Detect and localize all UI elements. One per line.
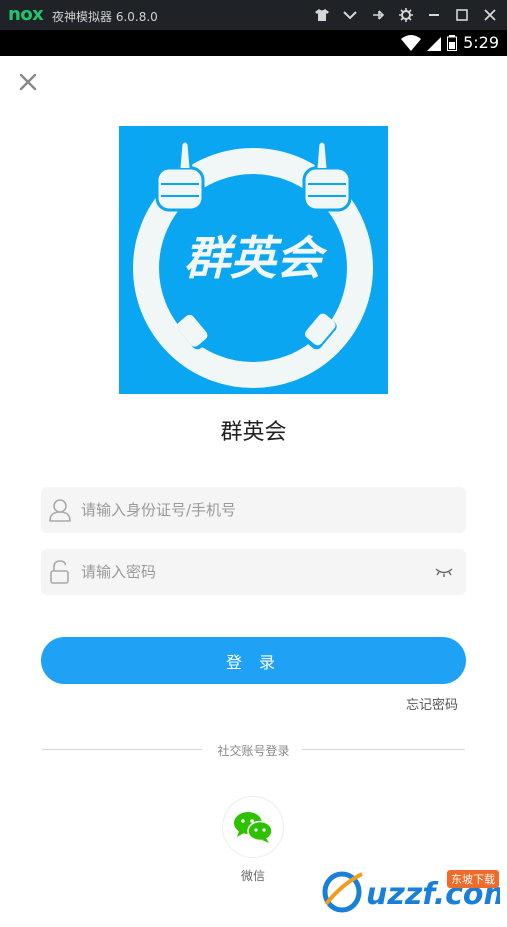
pin-icon[interactable]: [369, 6, 387, 24]
id-field[interactable]: [41, 487, 466, 533]
emulator-toolbar: [313, 6, 499, 24]
password-field[interactable]: [41, 549, 466, 595]
forgot-password-link[interactable]: 忘记密码: [406, 694, 458, 713]
wechat-icon: [234, 812, 273, 843]
wechat-login-button[interactable]: [222, 796, 284, 858]
lock-icon: [50, 560, 69, 584]
app-logo: 群英会: [119, 126, 388, 394]
chevron-down-icon[interactable]: [341, 6, 359, 24]
id-input[interactable]: [81, 487, 441, 533]
wechat-label: 微信: [240, 869, 265, 883]
right-thumb-icon: [302, 139, 352, 212]
password-input[interactable]: [81, 549, 441, 595]
social-login-text: 社交账号登录: [207, 744, 300, 758]
social-login-label: 社交账号登录: [0, 742, 507, 759]
maximize-icon[interactable]: [453, 6, 471, 24]
left-thumb-icon: [155, 139, 205, 212]
shirt-icon[interactable]: [313, 6, 331, 24]
wifi-icon: [401, 34, 422, 51]
gear-icon[interactable]: [397, 6, 415, 24]
app-window: nox 夜神模拟器 6.0.8.0 5:29 群英会 群英会 请输入身份证号/手…: [0, 0, 507, 927]
watermark-badge: 东坡下载: [447, 870, 499, 888]
login-button[interactable]: 登 录: [41, 637, 466, 684]
emulator-title: 夜神模拟器 6.0.8.0: [52, 10, 158, 24]
status-time: 5:29: [463, 33, 499, 52]
nox-logo: nox: [8, 4, 44, 25]
emulator-title-bar: nox 夜神模拟器 6.0.8.0: [0, 0, 507, 30]
user-icon: [49, 499, 71, 522]
eye-closed-icon[interactable]: [434, 564, 454, 580]
signal-icon: [427, 36, 442, 51]
status-bar: 5:29: [0, 30, 507, 56]
status-icons: 5:29: [401, 33, 499, 52]
close-icon[interactable]: [16, 70, 40, 94]
logo-text: 群英会: [184, 231, 328, 285]
battery-icon: [447, 34, 458, 51]
app-name: 群英会: [220, 420, 287, 445]
close-icon[interactable]: [481, 6, 499, 24]
minimize-icon[interactable]: [425, 6, 443, 24]
